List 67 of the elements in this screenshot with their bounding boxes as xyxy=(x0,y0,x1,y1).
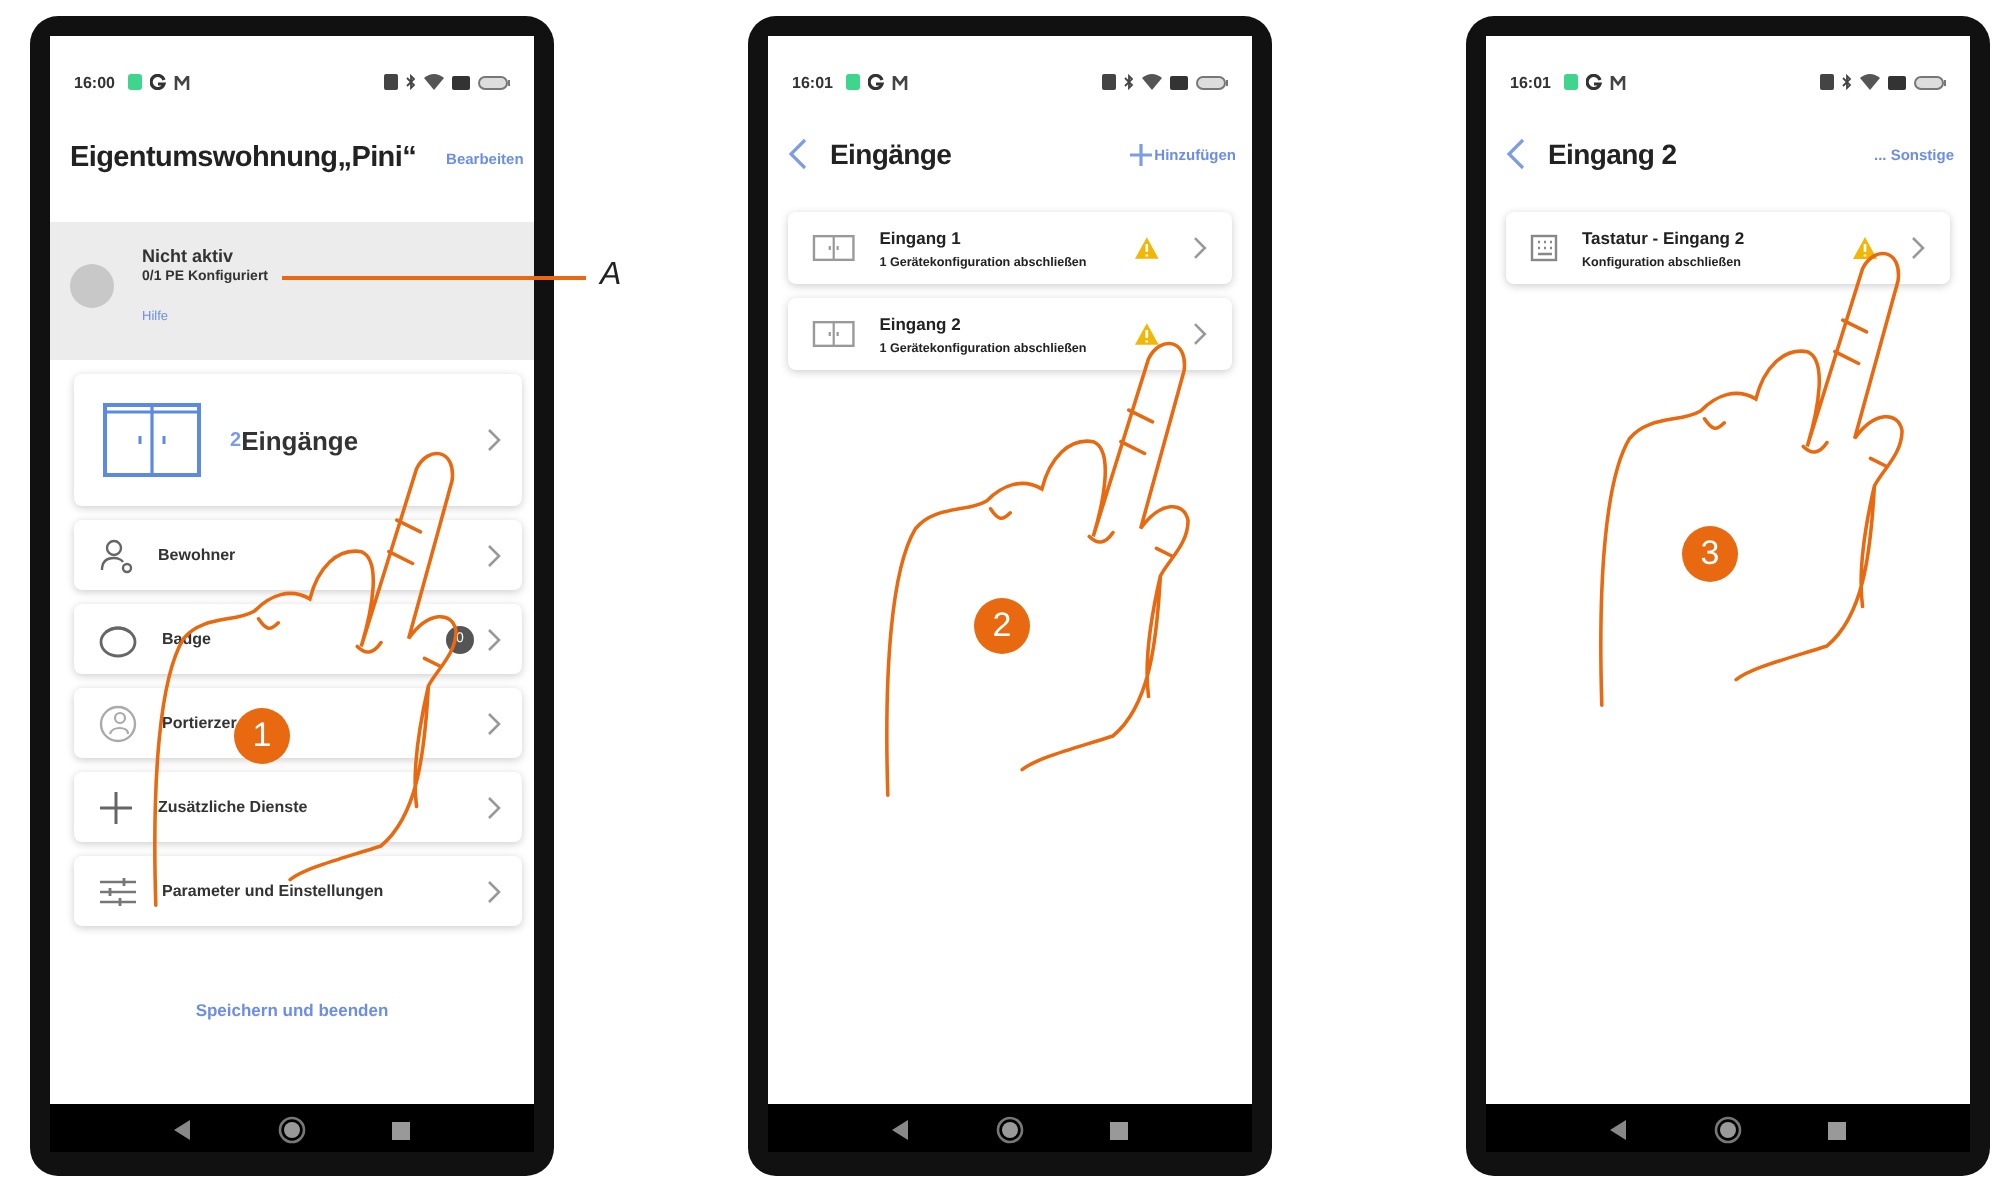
chevron-right-icon xyxy=(1910,236,1926,260)
menu-label: Bewohner xyxy=(158,546,236,564)
chevron-right-icon xyxy=(486,879,502,903)
chevron-right-icon xyxy=(1192,236,1208,260)
item-title: Eingang 1 xyxy=(879,227,963,247)
camera-icon xyxy=(1888,75,1906,89)
keypad-icon xyxy=(1530,234,1558,262)
screen-title: Eigentumswohnung„Pini“ xyxy=(70,142,417,174)
person-circle-icon xyxy=(98,703,138,743)
battery-icon xyxy=(1914,75,1946,89)
callout-label: A xyxy=(600,258,622,294)
wifi-icon xyxy=(424,74,444,90)
wifi-icon xyxy=(1860,74,1880,90)
double-door-icon xyxy=(812,320,856,348)
nfc-icon xyxy=(1820,74,1834,90)
recents-square-icon xyxy=(1110,1121,1129,1139)
battery-icon xyxy=(1196,75,1228,89)
menu-label: Parameter und Einstellungen xyxy=(162,882,384,900)
person-icon xyxy=(98,537,134,573)
bluetooth-icon xyxy=(406,74,416,90)
back-triangle-icon xyxy=(1609,1120,1628,1140)
status-title: Nicht aktiv xyxy=(142,246,236,266)
home-circle-icon xyxy=(1713,1116,1742,1144)
plus-icon xyxy=(98,789,134,825)
recents-square-icon xyxy=(392,1121,411,1139)
chevron-right-icon xyxy=(486,795,502,819)
status-time: 16:00 xyxy=(74,73,115,91)
item-title: Eingang 2 xyxy=(879,313,963,333)
status-time: 16:01 xyxy=(792,73,833,91)
double-door-icon xyxy=(812,234,856,262)
back-triangle-icon xyxy=(891,1120,910,1140)
chevron-right-icon xyxy=(486,428,502,452)
entrances-label: Eingänge xyxy=(241,425,359,455)
item-title: Tastatur - Eingang 2 xyxy=(1582,227,1745,247)
menu-label: Zusätzliche Dienste xyxy=(158,798,308,816)
entrances-card[interactable]: 2Eingänge xyxy=(74,374,522,506)
nfc-icon xyxy=(1102,74,1116,90)
camera-icon xyxy=(452,75,470,89)
battery-icon xyxy=(478,75,510,89)
bluetooth-icon xyxy=(1124,74,1134,90)
back-triangle-icon xyxy=(173,1120,192,1140)
chevron-right-icon xyxy=(1192,322,1208,346)
plus-icon xyxy=(1130,143,1153,165)
double-door-icon xyxy=(102,402,202,478)
chevron-right-icon xyxy=(486,627,502,651)
home-circle-icon xyxy=(995,1116,1024,1144)
sliders-icon xyxy=(98,875,138,907)
screen-title: Eingang 2 xyxy=(1548,138,1677,170)
chevron-right-icon xyxy=(486,543,502,567)
menu-item[interactable]: Parameter und Einstellungen xyxy=(74,856,522,926)
avatar-circle xyxy=(70,263,114,307)
menu-item[interactable]: Bewohner xyxy=(74,520,522,590)
chevron-right-icon xyxy=(486,711,502,735)
screen-title: Eingänge xyxy=(830,138,952,170)
entrance-count: 2 xyxy=(230,429,242,451)
recents-square-icon xyxy=(1828,1121,1847,1139)
menu-item[interactable]: Zusätzliche Dienste xyxy=(74,772,522,842)
nfc-icon xyxy=(384,74,398,90)
menu-label: Portierzer xyxy=(162,714,237,732)
ring-icon xyxy=(98,621,138,657)
back-chevron-icon[interactable] xyxy=(1506,138,1526,170)
back-chevron-icon[interactable] xyxy=(788,138,808,170)
bluetooth-icon xyxy=(1842,74,1852,90)
status-time: 16:01 xyxy=(1510,73,1551,91)
wifi-icon xyxy=(1142,74,1162,90)
camera-icon xyxy=(1170,75,1188,89)
home-circle-icon xyxy=(277,1116,306,1144)
